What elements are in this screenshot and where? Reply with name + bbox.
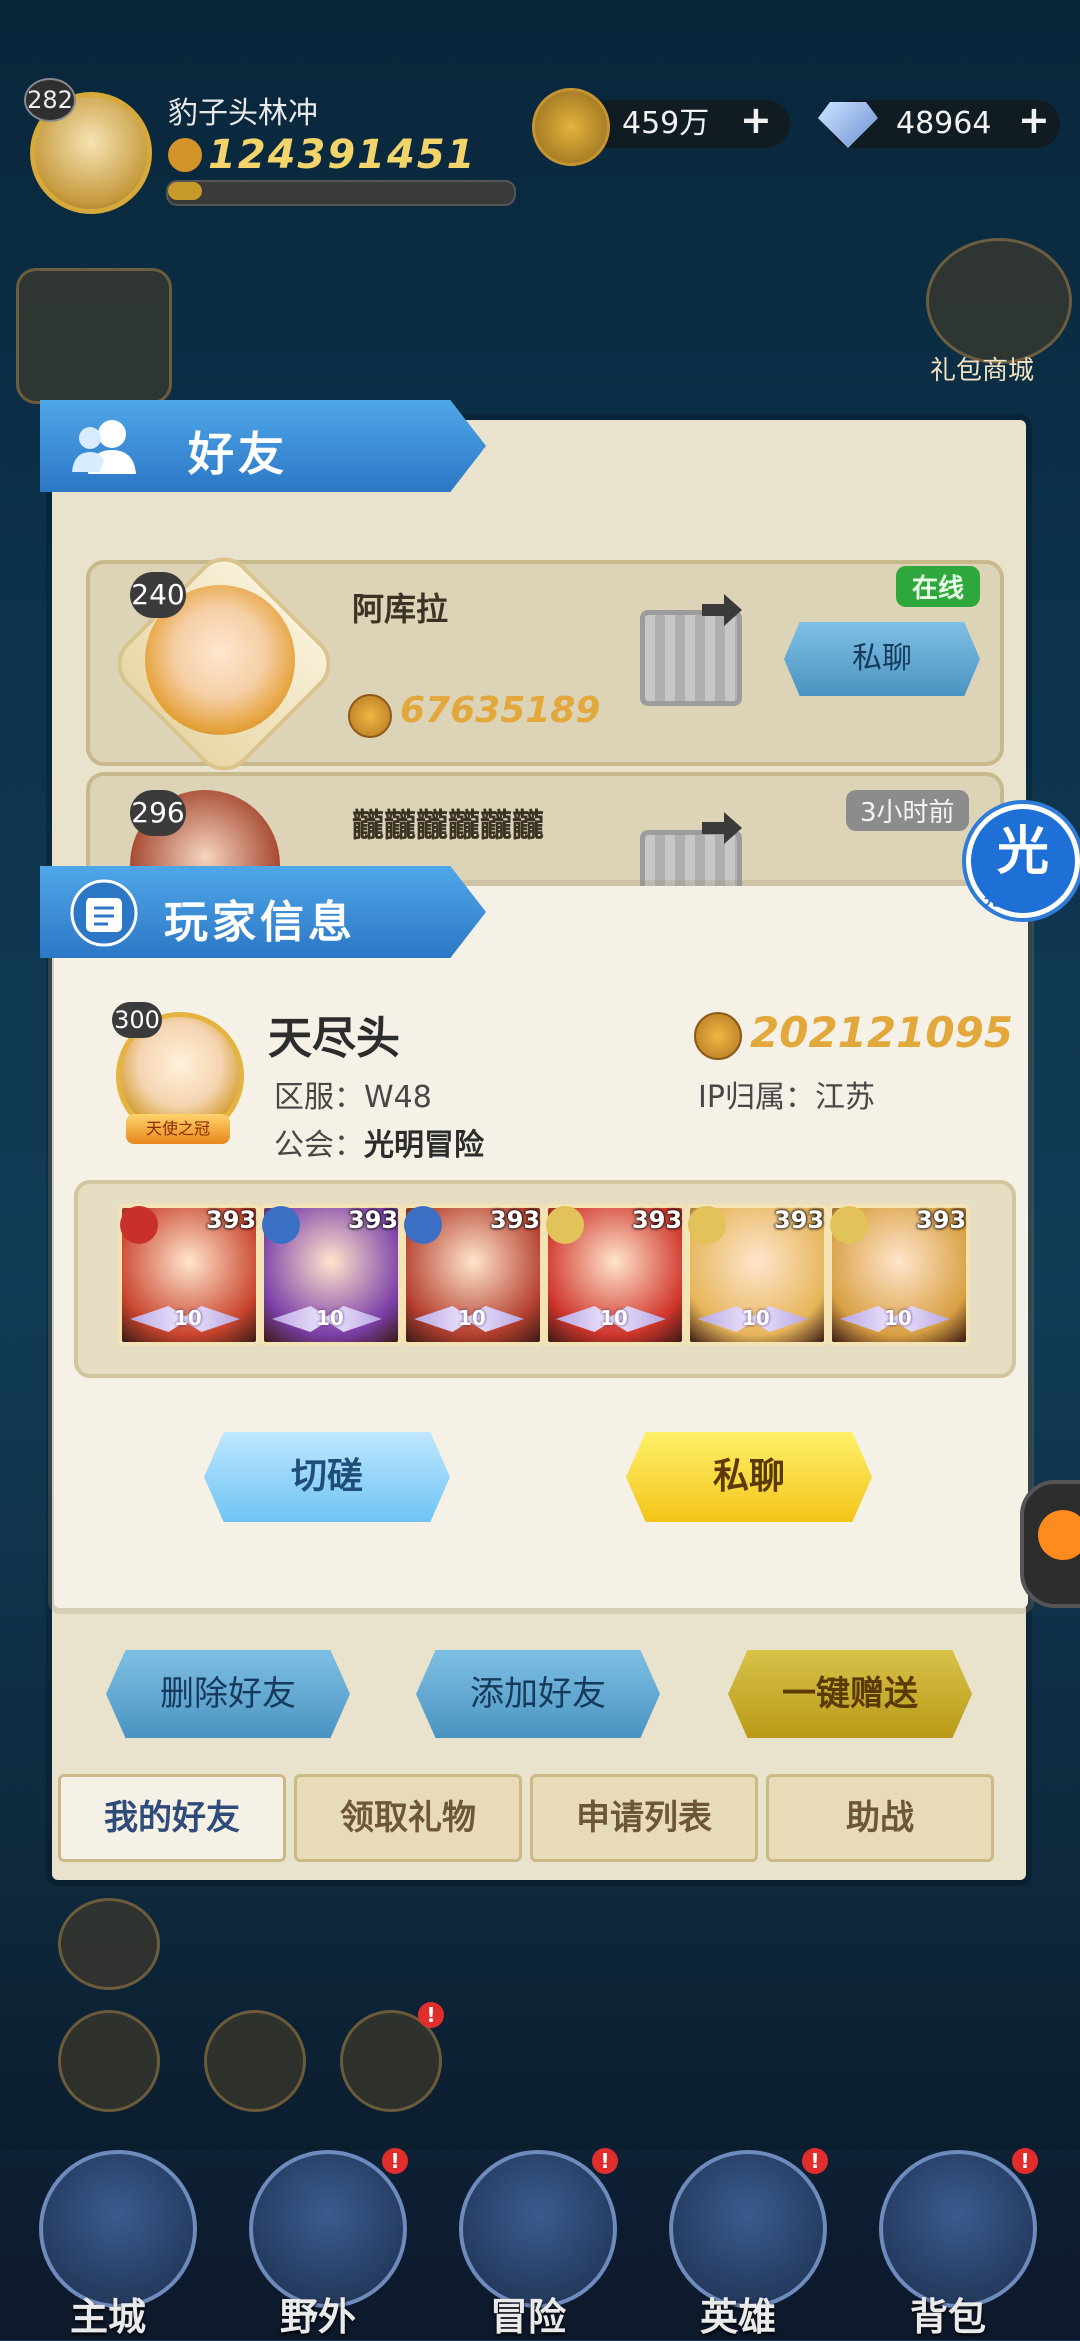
guild-row: 公会：光明冒险 <box>274 1120 484 1164</box>
friend-chat-button[interactable]: 私聊 <box>784 622 980 696</box>
exp-bar <box>166 180 516 206</box>
gift-shop-label: 礼包商城 <box>930 356 1035 386</box>
nav-item-2[interactable] <box>459 2150 617 2308</box>
tab-my-friends[interactable]: 我的好友 <box>58 1774 286 1862</box>
scroll-icon <box>70 879 138 947</box>
notification-dot: ! <box>802 2148 828 2174</box>
power-icon <box>694 1012 742 1060</box>
friend-name: 阿库拉 <box>352 590 449 628</box>
notification-dot: ! <box>1012 2148 1038 2174</box>
player-info-level: 300 <box>112 1002 162 1038</box>
friend-power: 67635189 <box>400 690 601 731</box>
add-friend-button[interactable]: 添加好友 <box>416 1650 660 1738</box>
friends-title: 好友 <box>188 427 288 481</box>
friend-level: 240 <box>130 572 186 618</box>
power-icon <box>168 138 202 172</box>
add-gems-button[interactable]: + <box>1018 98 1050 142</box>
task-icon[interactable] <box>204 2010 306 2112</box>
gift-shop-icon[interactable] <box>926 238 1072 364</box>
private-chat-button[interactable]: 私聊 <box>626 1432 872 1522</box>
notification-dot: ! <box>592 2148 618 2174</box>
tab-assist[interactable]: 助战 <box>766 1774 994 1862</box>
notification-dot: ! <box>382 2148 408 2174</box>
tab-receive-gifts[interactable]: 领取礼物 <box>294 1774 522 1862</box>
nav-item-4[interactable] <box>879 2150 1037 2308</box>
send-arrow-icon <box>702 594 742 626</box>
element-icon <box>120 1206 158 1244</box>
title-emblem: 天使之冠 <box>126 1114 230 1144</box>
assistant-face-icon <box>1038 1510 1080 1560</box>
ranking-icon[interactable] <box>58 2010 160 2112</box>
player-level-badge: 282 <box>24 78 76 122</box>
nav-item-1[interactable] <box>249 2150 407 2308</box>
notification-dot: ! <box>418 2002 444 2028</box>
player-info-title: 玩家信息 <box>164 897 356 948</box>
hero-level: 393 <box>632 1206 683 1234</box>
guild-value: 光明冒险 <box>364 1128 484 1163</box>
friend-name: 龖龖龖龖龖龖 <box>352 806 545 844</box>
mail-icon[interactable] <box>58 1898 160 1990</box>
hero-star-count: 10 <box>316 1306 344 1330</box>
element-icon <box>404 1206 442 1244</box>
server-value: W48 <box>364 1080 432 1115</box>
exp-bar-fill <box>168 182 202 200</box>
delete-friend-button[interactable]: 删除好友 <box>106 1650 350 1738</box>
tab-request-list[interactable]: 申请列表 <box>530 1774 758 1862</box>
hero-level: 393 <box>916 1206 967 1234</box>
guild-label: 公会： <box>274 1128 364 1163</box>
server-row: 区服：W48 <box>274 1072 432 1116</box>
element-icon <box>688 1206 726 1244</box>
ip-label: IP归属： <box>698 1080 815 1115</box>
people-icon <box>72 420 136 474</box>
player-name: 豹子头林冲 <box>168 96 318 131</box>
player-info-name: 天尽头 <box>268 1013 400 1064</box>
gem-value: 48964 <box>896 106 992 141</box>
ip-value: 江苏 <box>814 1080 875 1115</box>
nav-label: 背包 <box>910 2295 987 2339</box>
element-icon <box>262 1206 300 1244</box>
hero-level: 393 <box>348 1206 399 1234</box>
nav-label: 英雄 <box>700 2295 777 2339</box>
hero-star-count: 10 <box>174 1306 202 1330</box>
nav-label: 主城 <box>70 2295 147 2339</box>
player-power: 124391451 <box>208 132 477 178</box>
server-label: 区服： <box>274 1080 364 1115</box>
send-all-gifts-button[interactable]: 一键赠送 <box>728 1650 972 1738</box>
power-icon <box>348 694 392 738</box>
hero-level: 393 <box>206 1206 257 1234</box>
element-icon <box>546 1206 584 1244</box>
nav-label: 冒险 <box>490 2295 567 2339</box>
hero-level: 393 <box>490 1206 541 1234</box>
hero-star-count: 10 <box>884 1306 912 1330</box>
gold-coin-icon <box>532 88 610 166</box>
halo-caption: 光环助手 <box>984 890 1049 909</box>
nav-label: 野外 <box>280 2295 357 2339</box>
add-gold-button[interactable]: + <box>740 98 772 142</box>
hero-star-count: 10 <box>742 1306 770 1330</box>
player-info-power: 202121095 <box>750 1008 1014 1057</box>
element-icon <box>830 1206 868 1244</box>
ip-row: IP归属：江苏 <box>698 1072 875 1116</box>
treasure-chest-icon[interactable] <box>16 268 172 404</box>
hero-level: 393 <box>774 1206 825 1234</box>
gold-value: 459万 <box>622 106 710 141</box>
hero-star-count: 10 <box>600 1306 628 1330</box>
hero-star-count: 10 <box>458 1306 486 1330</box>
send-arrow-icon <box>702 812 742 844</box>
spar-button[interactable]: 切磋 <box>204 1432 450 1522</box>
friend-level: 296 <box>130 790 186 836</box>
online-status-badge: 在线 <box>896 566 981 607</box>
nav-item-3[interactable] <box>669 2150 827 2308</box>
nav-item-0[interactable] <box>39 2150 197 2308</box>
last-online-badge: 3小时前 <box>846 790 969 831</box>
